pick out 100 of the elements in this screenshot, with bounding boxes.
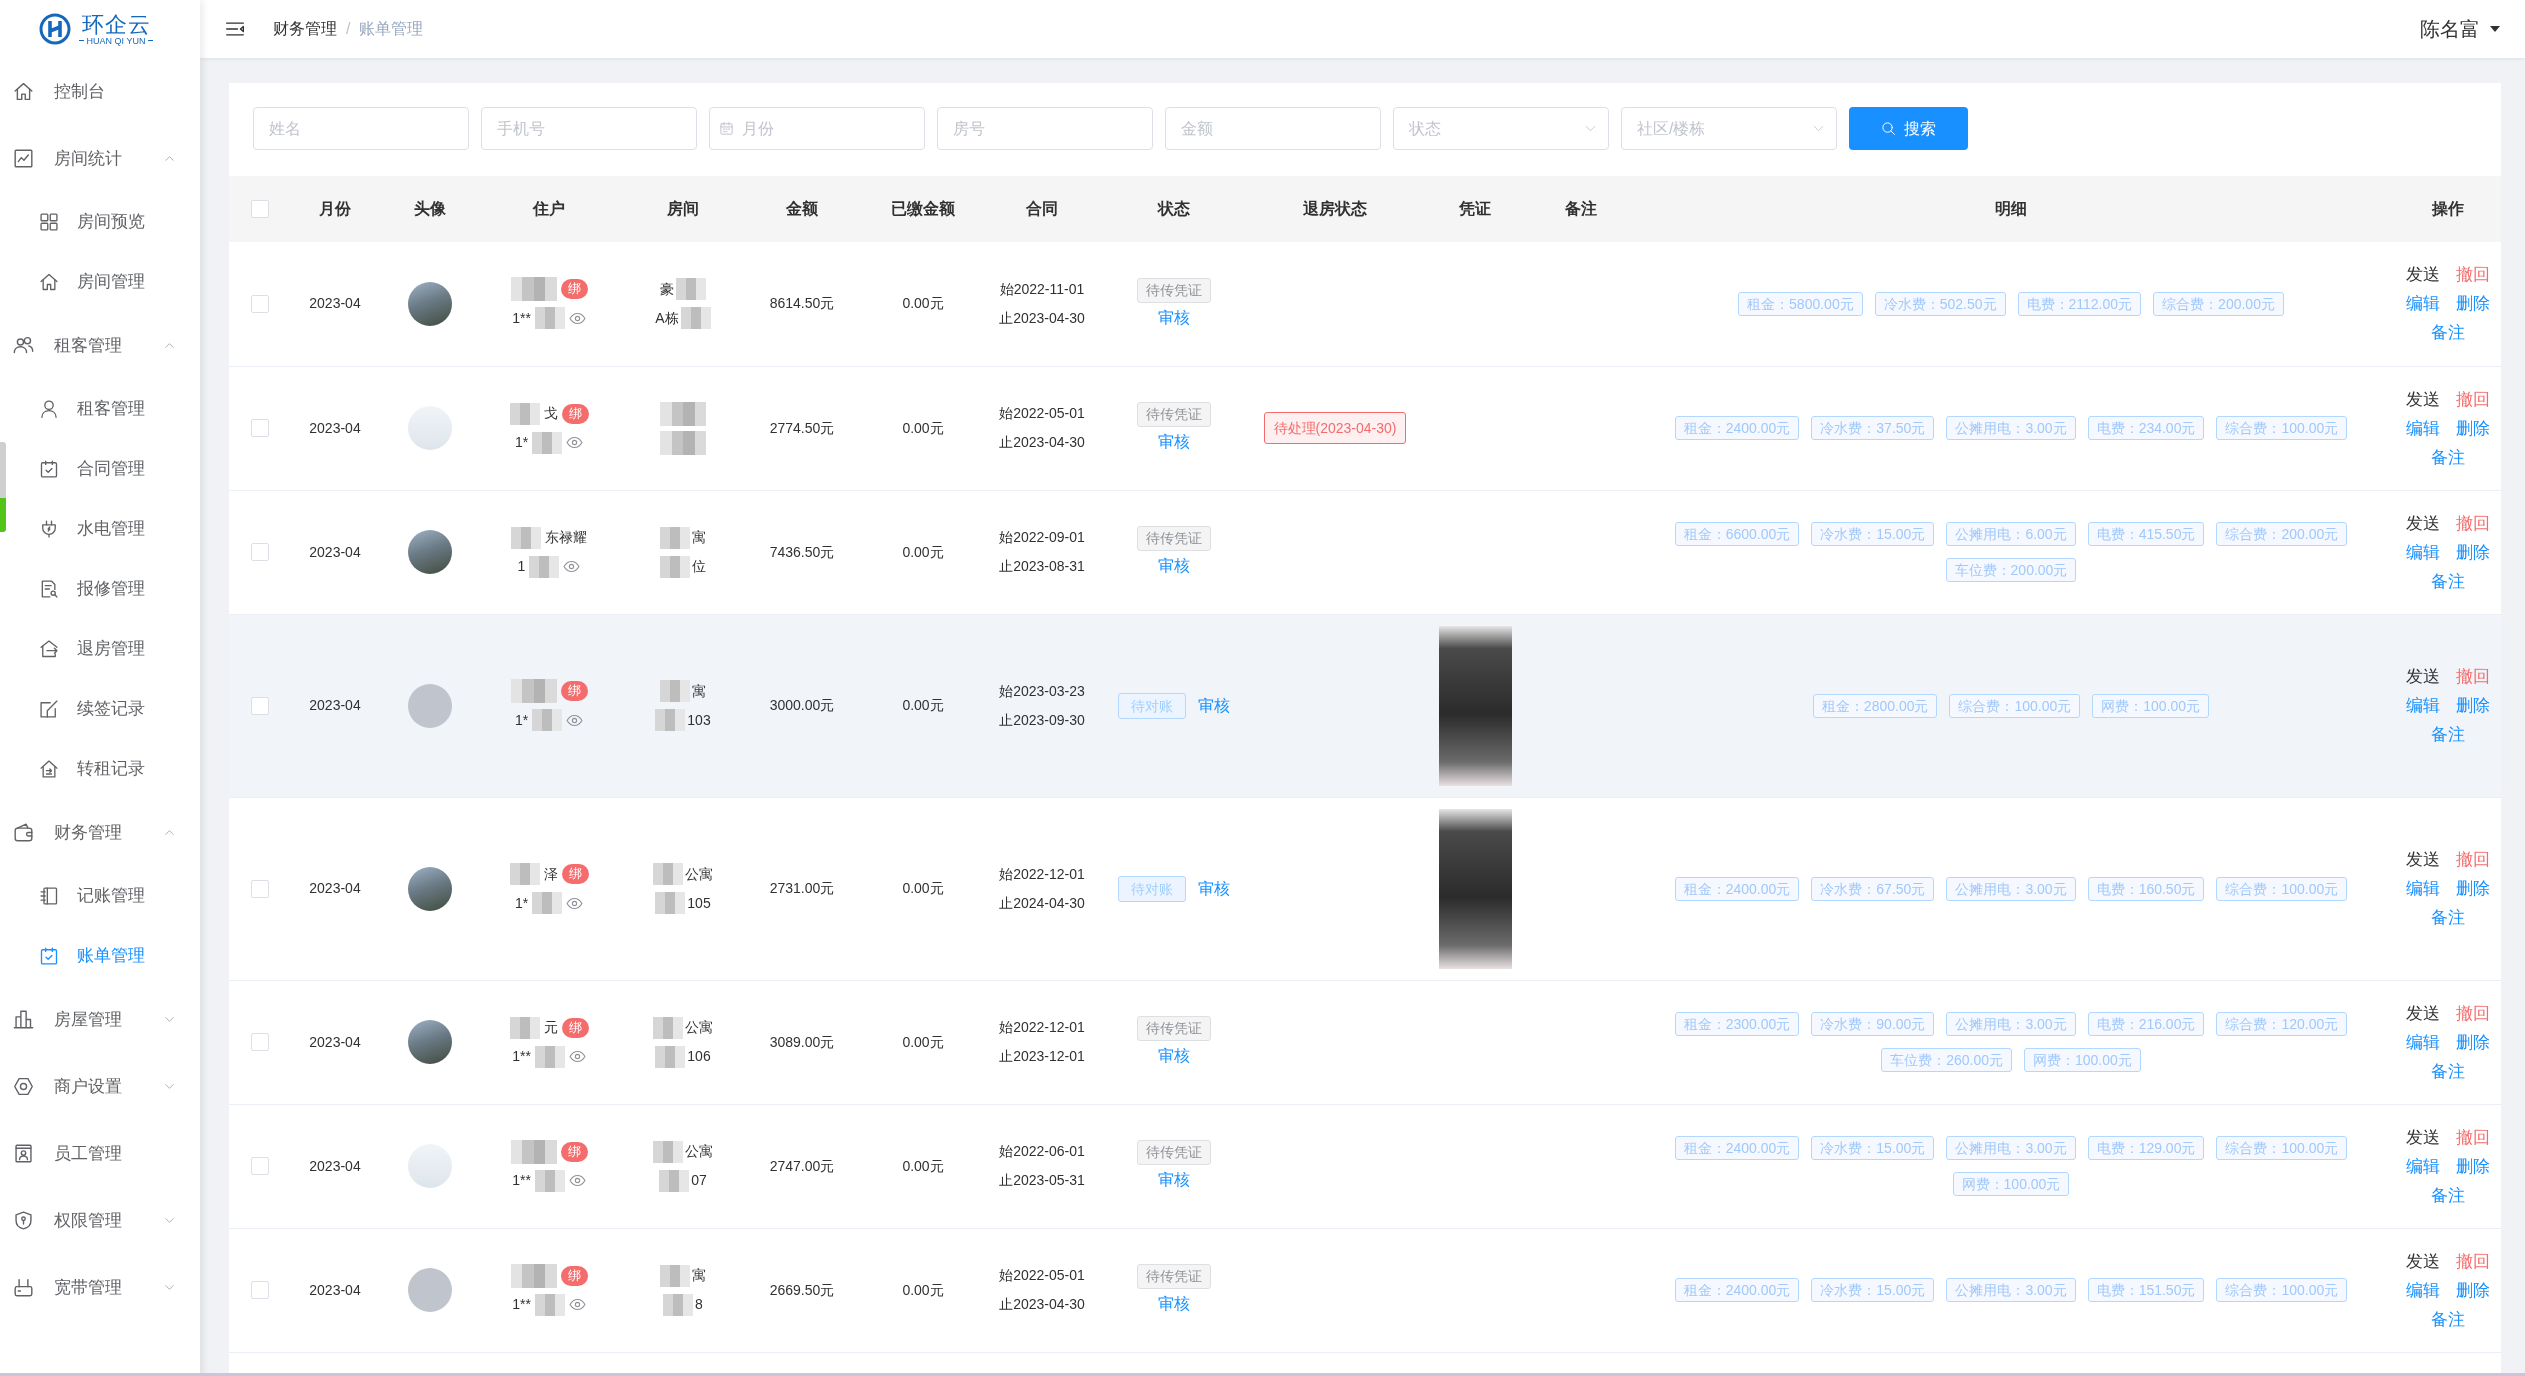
withdraw-link[interactable]: 撤回 [2455,845,2490,874]
row-checkbox[interactable] [250,879,269,898]
review-link[interactable]: 审核 [1198,876,1230,901]
send-link[interactable]: 发送 [2405,662,2440,691]
select-field[interactable]: 社区/楼栋 [1621,107,1837,150]
note-link[interactable]: 备注 [2430,720,2465,749]
amount-text: 2669.50元 [769,1281,835,1298]
note-link[interactable]: 备注 [2430,566,2465,596]
send-link[interactable]: 发送 [2405,1122,2440,1152]
review-link[interactable]: 审核 [1158,1292,1190,1316]
row-checkbox[interactable] [250,1281,269,1299]
eye-icon[interactable] [568,1172,586,1189]
delete-link[interactable]: 删除 [2455,289,2490,319]
send-link[interactable]: 发送 [2405,260,2440,290]
row-checkbox[interactable] [250,419,269,437]
sidebar-item[interactable]: 权限管理 [8,1187,200,1254]
sidebar-subitem[interactable]: 退房管理 [8,619,200,679]
input-field[interactable]: 手机号 [481,107,697,150]
delete-link[interactable]: 删除 [2455,874,2490,903]
send-link[interactable]: 发送 [2405,1246,2440,1276]
review-link[interactable]: 审核 [1158,305,1190,330]
sidebar-item[interactable]: 房屋管理 [8,986,200,1053]
row-checkbox[interactable] [250,696,269,715]
sidebar-subitem[interactable]: 账单管理 [8,926,200,986]
eye-icon[interactable] [568,1048,586,1065]
sidebar-subitem[interactable]: 报修管理 [8,559,200,619]
send-link[interactable]: 发送 [2405,845,2440,874]
select-field[interactable]: 状态 [1393,107,1609,150]
edit-link[interactable]: 编辑 [2405,289,2440,319]
fee-tag: 电费：151.50元 [2087,1278,2205,1302]
sidebar-item[interactable]: 租客管理 [8,312,200,379]
user-menu[interactable]: 陈名富 [2420,14,2500,44]
send-link[interactable]: 发送 [2405,998,2440,1028]
sidebar-subitem[interactable]: 续签记录 [8,679,200,739]
edit-link[interactable]: 编辑 [2405,1027,2440,1057]
row-checkbox[interactable] [250,294,269,313]
input-field[interactable]: 房号 [937,107,1153,150]
sidebar-item[interactable]: 控制台 [8,58,200,125]
select-all-checkbox[interactable] [250,200,269,218]
breadcrumb-item[interactable]: 财务管理 [273,17,337,41]
edit-link[interactable]: 编辑 [2405,1275,2440,1305]
note-link[interactable]: 备注 [2430,1056,2465,1086]
amount-text: 2774.50元 [769,419,835,436]
edit-link[interactable]: 编辑 [2405,1151,2440,1181]
delete-link[interactable]: 删除 [2455,1275,2490,1305]
date-picker-field[interactable]: 月份 [709,107,925,150]
sidebar-item[interactable]: 财务管理 [8,799,200,866]
eye-icon[interactable] [566,434,584,451]
fee-tag: 冷水费：15.00元 [1811,522,1935,546]
input-field[interactable]: 姓名 [253,107,469,150]
withdraw-link[interactable]: 撤回 [2455,260,2490,290]
phone-number: 1** [512,1171,531,1190]
voucher-image[interactable] [1438,625,1512,786]
row-checkbox[interactable] [250,1157,269,1175]
review-link[interactable]: 审核 [1158,1168,1190,1192]
eye-icon[interactable] [568,1296,586,1313]
review-link[interactable]: 审核 [1158,554,1190,578]
edit-link[interactable]: 编辑 [2405,691,2440,720]
withdraw-link[interactable]: 撤回 [2455,662,2490,691]
note-link[interactable]: 备注 [2430,442,2465,472]
delete-link[interactable]: 删除 [2455,1027,2490,1057]
delete-link[interactable]: 删除 [2455,691,2490,720]
side-tab[interactable] [0,442,6,532]
delete-link[interactable]: 删除 [2455,537,2490,567]
sidebar-subitem[interactable]: 水电管理 [8,499,200,559]
edit-link[interactable]: 编辑 [2405,537,2440,567]
row-checkbox[interactable] [250,1033,269,1051]
review-link[interactable]: 审核 [1158,430,1190,454]
sidebar-item[interactable]: 员工管理 [8,1120,200,1187]
delete-link[interactable]: 删除 [2455,1151,2490,1181]
sidebar-subitem[interactable]: 转租记录 [8,739,200,799]
withdraw-link[interactable]: 撤回 [2455,1122,2490,1152]
edit-link[interactable]: 编辑 [2405,874,2440,903]
eye-icon[interactable] [563,558,581,575]
sidebar-subitem[interactable]: 租客管理 [8,379,200,439]
withdraw-link[interactable]: 撤回 [2455,998,2490,1028]
note-link[interactable]: 备注 [2430,318,2465,348]
withdraw-link[interactable]: 撤回 [2455,1246,2490,1276]
review-link[interactable]: 审核 [1158,1044,1190,1068]
sidebar-subitem[interactable]: 记账管理 [8,866,200,926]
withdraw-link[interactable]: 撤回 [2455,384,2490,414]
note-link[interactable]: 备注 [2430,1180,2465,1210]
note-link[interactable]: 备注 [2430,903,2465,932]
note-link[interactable]: 备注 [2430,1304,2465,1334]
search-button[interactable]: 搜索 [1849,107,1968,150]
sidebar-subitem[interactable]: 合同管理 [8,439,200,499]
withdraw-link[interactable]: 撤回 [2455,508,2490,538]
sidebar-item[interactable]: 宽带管理 [8,1254,200,1321]
input-field[interactable]: 金额 [1165,107,1381,150]
send-link[interactable]: 发送 [2405,508,2440,538]
sidebar-subitem[interactable]: 房间预览 [8,192,200,252]
row-checkbox[interactable] [250,543,269,561]
delete-link[interactable]: 删除 [2455,413,2490,443]
sidebar-item[interactable]: 房间统计 [8,125,200,192]
edit-link[interactable]: 编辑 [2405,413,2440,443]
sidebar-subitem[interactable]: 房间管理 [8,252,200,312]
review-link[interactable]: 审核 [1198,693,1230,718]
sidebar-item[interactable]: 商户设置 [8,1053,200,1120]
voucher-image[interactable] [1438,808,1512,969]
send-link[interactable]: 发送 [2405,384,2440,414]
